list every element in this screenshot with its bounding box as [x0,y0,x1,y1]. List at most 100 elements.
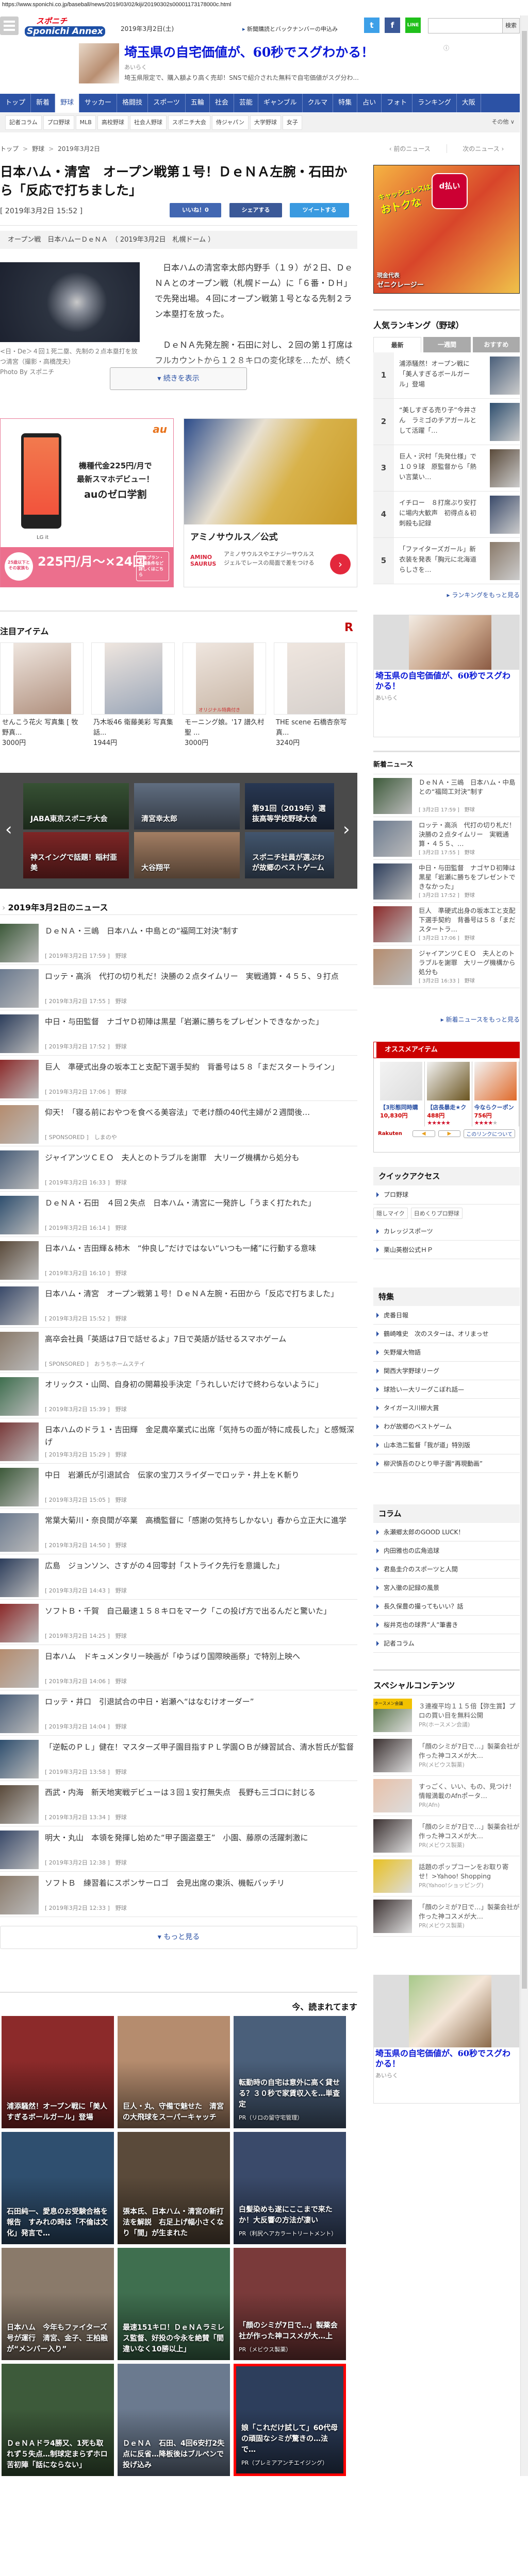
content-thumbnail[interactable] [373,1859,412,1893]
news-item[interactable]: 明大・丸山 本領を発揮し始めた“甲子園盗塁王” 小園、藤原の活躍刺激に [ 201… [0,1826,357,1872]
special-link[interactable]: 球拾い—大リーグこぼれ話— [373,1380,520,1399]
reading-now-tile[interactable]: 娘「これだけ試して」60代母の頑固なシミが驚きの…法で… PR（プレミアアンチエイ… [234,2364,346,2476]
special-content-item[interactable]: 「顔のシミが7日で…」製薬会社が作った神コスメが大… PR(メビウス製薬) [373,1816,520,1856]
nav-item[interactable]: 野球 [55,94,80,112]
article-photo[interactable] [0,262,140,342]
news-title[interactable]: 常葉大菊川・奈良間が卒業 高橋監督に「感謝の気持ちしかない」春から立正大に進学 [45,1514,357,1539]
special-content-item[interactable]: 「顔のシミが7日で…」製薬会社が作った神コスメが大… PR(メビウス製薬) [373,1896,520,1937]
news-title[interactable]: 巨人 準硬式出身の坂本工と支配下選手契約 背番号は５８「まだスタートライン」 [45,1061,357,1086]
quick-tag[interactable]: 隠しマイク [373,1208,408,1219]
column-link[interactable]: 桜井克也の球界“人”筆書き [373,1616,520,1634]
news-title[interactable]: 仰天！「寝る前におやつを食べる美容法」で老け顔の40代主婦が２週間後… [45,1106,357,1131]
reading-now-tile[interactable]: 巨人・丸、守備で魅せた 清宮の大飛球をスーパーキャッチ [118,2016,230,2128]
nav-item[interactable]: フォト [382,94,413,112]
facebook-icon[interactable]: f [385,18,400,33]
column-link[interactable]: 長久保豊の撮ってもいい？話 [373,1597,520,1616]
special-content-item[interactable]: すっごく、いい、もの、見つけ！情報満載のAfnポータ… PR(Afn) [373,1776,520,1816]
content-title[interactable]: 「顔のシミが7日で…」製薬会社が作った神コスメが大… [419,1903,520,1921]
nav-item[interactable]: スポーツ [148,94,186,112]
reading-now-tile[interactable]: 浦添騒然！オープン戦に「美人すぎるボールガール」登場 [2,2016,114,2128]
news-thumbnail[interactable] [0,924,39,962]
news-item[interactable]: 日本ハム・清宮 オープン戦第１号！ＤｅＮＡ左腕・石田から「反応で打ちました」 [ … [0,1282,357,1328]
news-title[interactable]: 巨人 準硬式出身の坂本工と支配下選手契約 背番号は５８「まだスタートラ… [419,906,520,934]
recommended-item[interactable]: 今ならクーポン 756円 ★★★★★ [472,1062,519,1126]
news-thumbnail[interactable] [373,906,412,942]
news-item[interactable]: ロッテ・井口 引退試合の中日・岩瀬へ“はなむけオーダー” [ 2019年3月2日 … [0,1690,357,1736]
column-link[interactable]: 永瀬郷太郎のGOOD LUCK！ [373,1523,520,1541]
next-arrow-button[interactable]: ▶ [438,1130,461,1137]
breadcrumb-item[interactable]: トップ [0,145,19,152]
news-thumbnail[interactable] [0,1740,39,1778]
news-title[interactable]: 広島 ジョンソン、さすがの４回零封「ストライク先行を意識した」 [45,1560,357,1584]
news-title[interactable]: 明大・丸山 本領を発揮し始めた“甲子園盗塁王” 小園、藤原の活躍刺激に [45,1832,357,1856]
quick-link[interactable]: 栗山英樹公式ＨＰ [373,1241,520,1259]
ranking-thumbnail[interactable] [490,449,520,487]
content-thumbnail[interactable] [373,1779,412,1812]
more-news-button[interactable]: ▾ もっと見る [0,1926,357,1949]
news-title[interactable]: 高卒会社員「英語は7日で話せるよ」7日で英語が話せるスマホゲーム [45,1333,357,1358]
news-thumbnail[interactable] [0,1014,39,1053]
ranking-title[interactable]: イチロー ８打席ぶり安打に場内大歓声 初得点＆初刺殺も記録 [399,498,478,529]
reading-now-tile[interactable]: 転勤時の自宅は意外に高く貸せる？３０秒で家賃収入を…単査定 PR（リロの留守宅管理… [234,2016,346,2128]
news-thumbnail[interactable] [0,1694,39,1733]
news-title[interactable]: 日本ハム・清宮 オープン戦第１号！ＤｅＮＡ左腕・石田から「反応で打ちました」 [45,1287,357,1312]
latest-news-item[interactable]: ロッテ・高浜 代打の切り札だ！決勝の２点タイムリー 実戦通算・４５５、…[ 3月… [373,817,520,860]
reading-now-tile[interactable]: 日本ハム 今年もファイターズ号が運行 清宮、金子、王柏融が“メンバー入り” [2,2248,114,2360]
nav-item[interactable]: 社会 [210,94,234,112]
nav-item[interactable]: 五輪 [186,94,210,112]
news-thumbnail[interactable] [0,1513,39,1552]
news-item[interactable]: ＤｅＮＡ・石田 ４回２失点 日本ハム・清宮に一発許し「うまく打たれた」 [ 201… [0,1192,357,1237]
news-item[interactable]: 「逆転のＰＬ」健在！マスターズ甲子園目指すＰＬ学園ＯＢが練習試合、清水哲氏が監督… [0,1736,357,1781]
item-name[interactable]: 【店長暴走★ク [427,1103,469,1111]
content-thumbnail[interactable]: ホースメン会議 [373,1699,412,1732]
special-content-item[interactable]: 「顔のシミが7日で…」製薬会社が作った神コスメが大… PR(メビウス製薬) [373,1736,520,1776]
news-item[interactable]: 日本ハム ドキュメンタリー映画が「ゆうばり国際映画祭」で特別上映へ [ 2019年… [0,1645,357,1690]
column-link[interactable]: 内田雅也の広角追球 [373,1541,520,1560]
special-link[interactable]: わが故郷のベストゲーム [373,1417,520,1436]
news-title[interactable]: 中日・与田監督 ナゴヤＤ初陣は黒星「岩瀬に勝ちをプレゼントできなかった」 [45,1015,357,1040]
latest-news-item[interactable]: ジャイアンツＣＥＯ 夫人とのトラブルを謝罪 大リーグ機構から処分も[ 3月2日 … [373,945,520,988]
subnav-item[interactable]: スポニチ大会 [168,115,210,130]
news-thumbnail[interactable] [0,1241,39,1280]
carousel-tile[interactable]: 第91回（2019年）選抜高等学校野球大会 [245,783,334,829]
nav-item[interactable]: 芸能 [234,94,258,112]
news-title[interactable]: ロッテ・高浜 代打の切り札だ！決勝の２点タイムリー 実戦通算・４５５、９打点 [45,970,357,995]
news-item[interactable]: 巨人 準硬式出身の坂本工と支配下選手契約 背番号は５８「まだスタートライン」 [ … [0,1056,357,1101]
latest-news-item[interactable]: ＤｅＮＡ・三嶋 日本ハム・中島との“福岡工対決”制す[ 3月2日 17:59 ]… [373,774,520,817]
carousel-tile[interactable]: 清宮幸太郎 [134,783,240,829]
product-name[interactable]: モーニング娘。'17 譜久村聖 ... [185,718,267,738]
quick-link[interactable]: カレッジスポーツ [373,1222,520,1241]
news-thumbnail[interactable] [0,1060,39,1098]
line-icon[interactable]: LINE [405,18,421,33]
product-name[interactable]: THE scene 石橋杏奈写真... [276,718,358,738]
news-title[interactable]: ジャイアンツＣＥＯ 夫人とのトラブルを謝罪 大リーグ機構から処分も [419,949,520,977]
news-title[interactable]: 中日・与田監督 ナゴヤＤ初陣は黒星「岩瀬に勝ちをプレゼントできなかった」 [419,863,520,891]
special-link[interactable]: 矢野燿大物語 [373,1343,520,1362]
content-title[interactable]: 話題のポップコーンをお取り寄せ！>Yahoo! Shopping [419,1862,520,1881]
continue-reading-button[interactable]: ▾ 続きを表示 [110,367,247,390]
news-item[interactable]: ＤｅＮＡ・三嶋 日本ハム・中島との“福岡工対決”制す [ 2019年3月2日 17… [0,920,357,965]
news-thumbnail[interactable] [0,1332,39,1370]
top-ad-banner[interactable]: 埼玉県の自宅価値が、60秒でスグわかる！ あいらく 埼玉県限定で、購入額より高く… [79,43,445,84]
product-card[interactable] [274,642,357,715]
news-thumbnail[interactable] [0,1558,39,1597]
reading-now-tile[interactable]: 「顔のシミが7日で…」製薬会社が作った神コスメが大…上 PR（メビウス製薬） [234,2248,346,2360]
news-title[interactable]: オリックス・山岡、自身初の開幕投手決定「うれしいだけで終わらないように」 [45,1378,357,1403]
subnav-more-dropdown[interactable]: その他 ∨ [491,115,515,130]
address-bar-url[interactable]: https://www.sponichi.co.jp/baseball/news… [2,2,231,8]
news-title[interactable]: ＤｅＮＡ・三嶋 日本ハム・中島との“福岡工対決”制す [45,925,357,950]
news-title[interactable]: 中日 岩瀬氏が引退試合 伝家の宝刀スライダーでロッテ・井上をＫ斬り [45,1469,357,1494]
news-thumbnail[interactable] [0,1286,39,1325]
carousel-tile[interactable]: スポニチ社員が選ぶわが故郷のベストゲーム [245,832,334,878]
news-thumbnail[interactable] [0,1105,39,1144]
chevron-right-icon[interactable]: › [330,554,351,574]
ranking-title[interactable]: 巨人・沢村「先発仕様」で１０９球 原監督から「熱い言葉い… [399,451,478,482]
ad-title[interactable]: 埼玉県の自宅価値が、60秒でスグわかる！ [124,42,374,61]
product-card[interactable] [0,642,84,715]
news-item[interactable]: ジャイアンツＣＥＯ 夫人とのトラブルを謝罪 大リーグ機構から処分も [ 2019年… [0,1146,357,1192]
subnav-item[interactable]: 社会人野球 [129,115,167,130]
latest-news-item[interactable]: 巨人 準硬式出身の坂本工と支配下選手契約 背番号は５８「まだスタートラ… [ 3月… [373,903,520,945]
news-item[interactable]: 日本ハム・吉田輝＆柿木 “仲良し”だけではない“いつも一緒”に行動する意味 [ 2… [0,1237,357,1282]
share-button[interactable]: シェアする [229,203,282,217]
product-card[interactable]: オリジナル特典付き [183,642,266,715]
